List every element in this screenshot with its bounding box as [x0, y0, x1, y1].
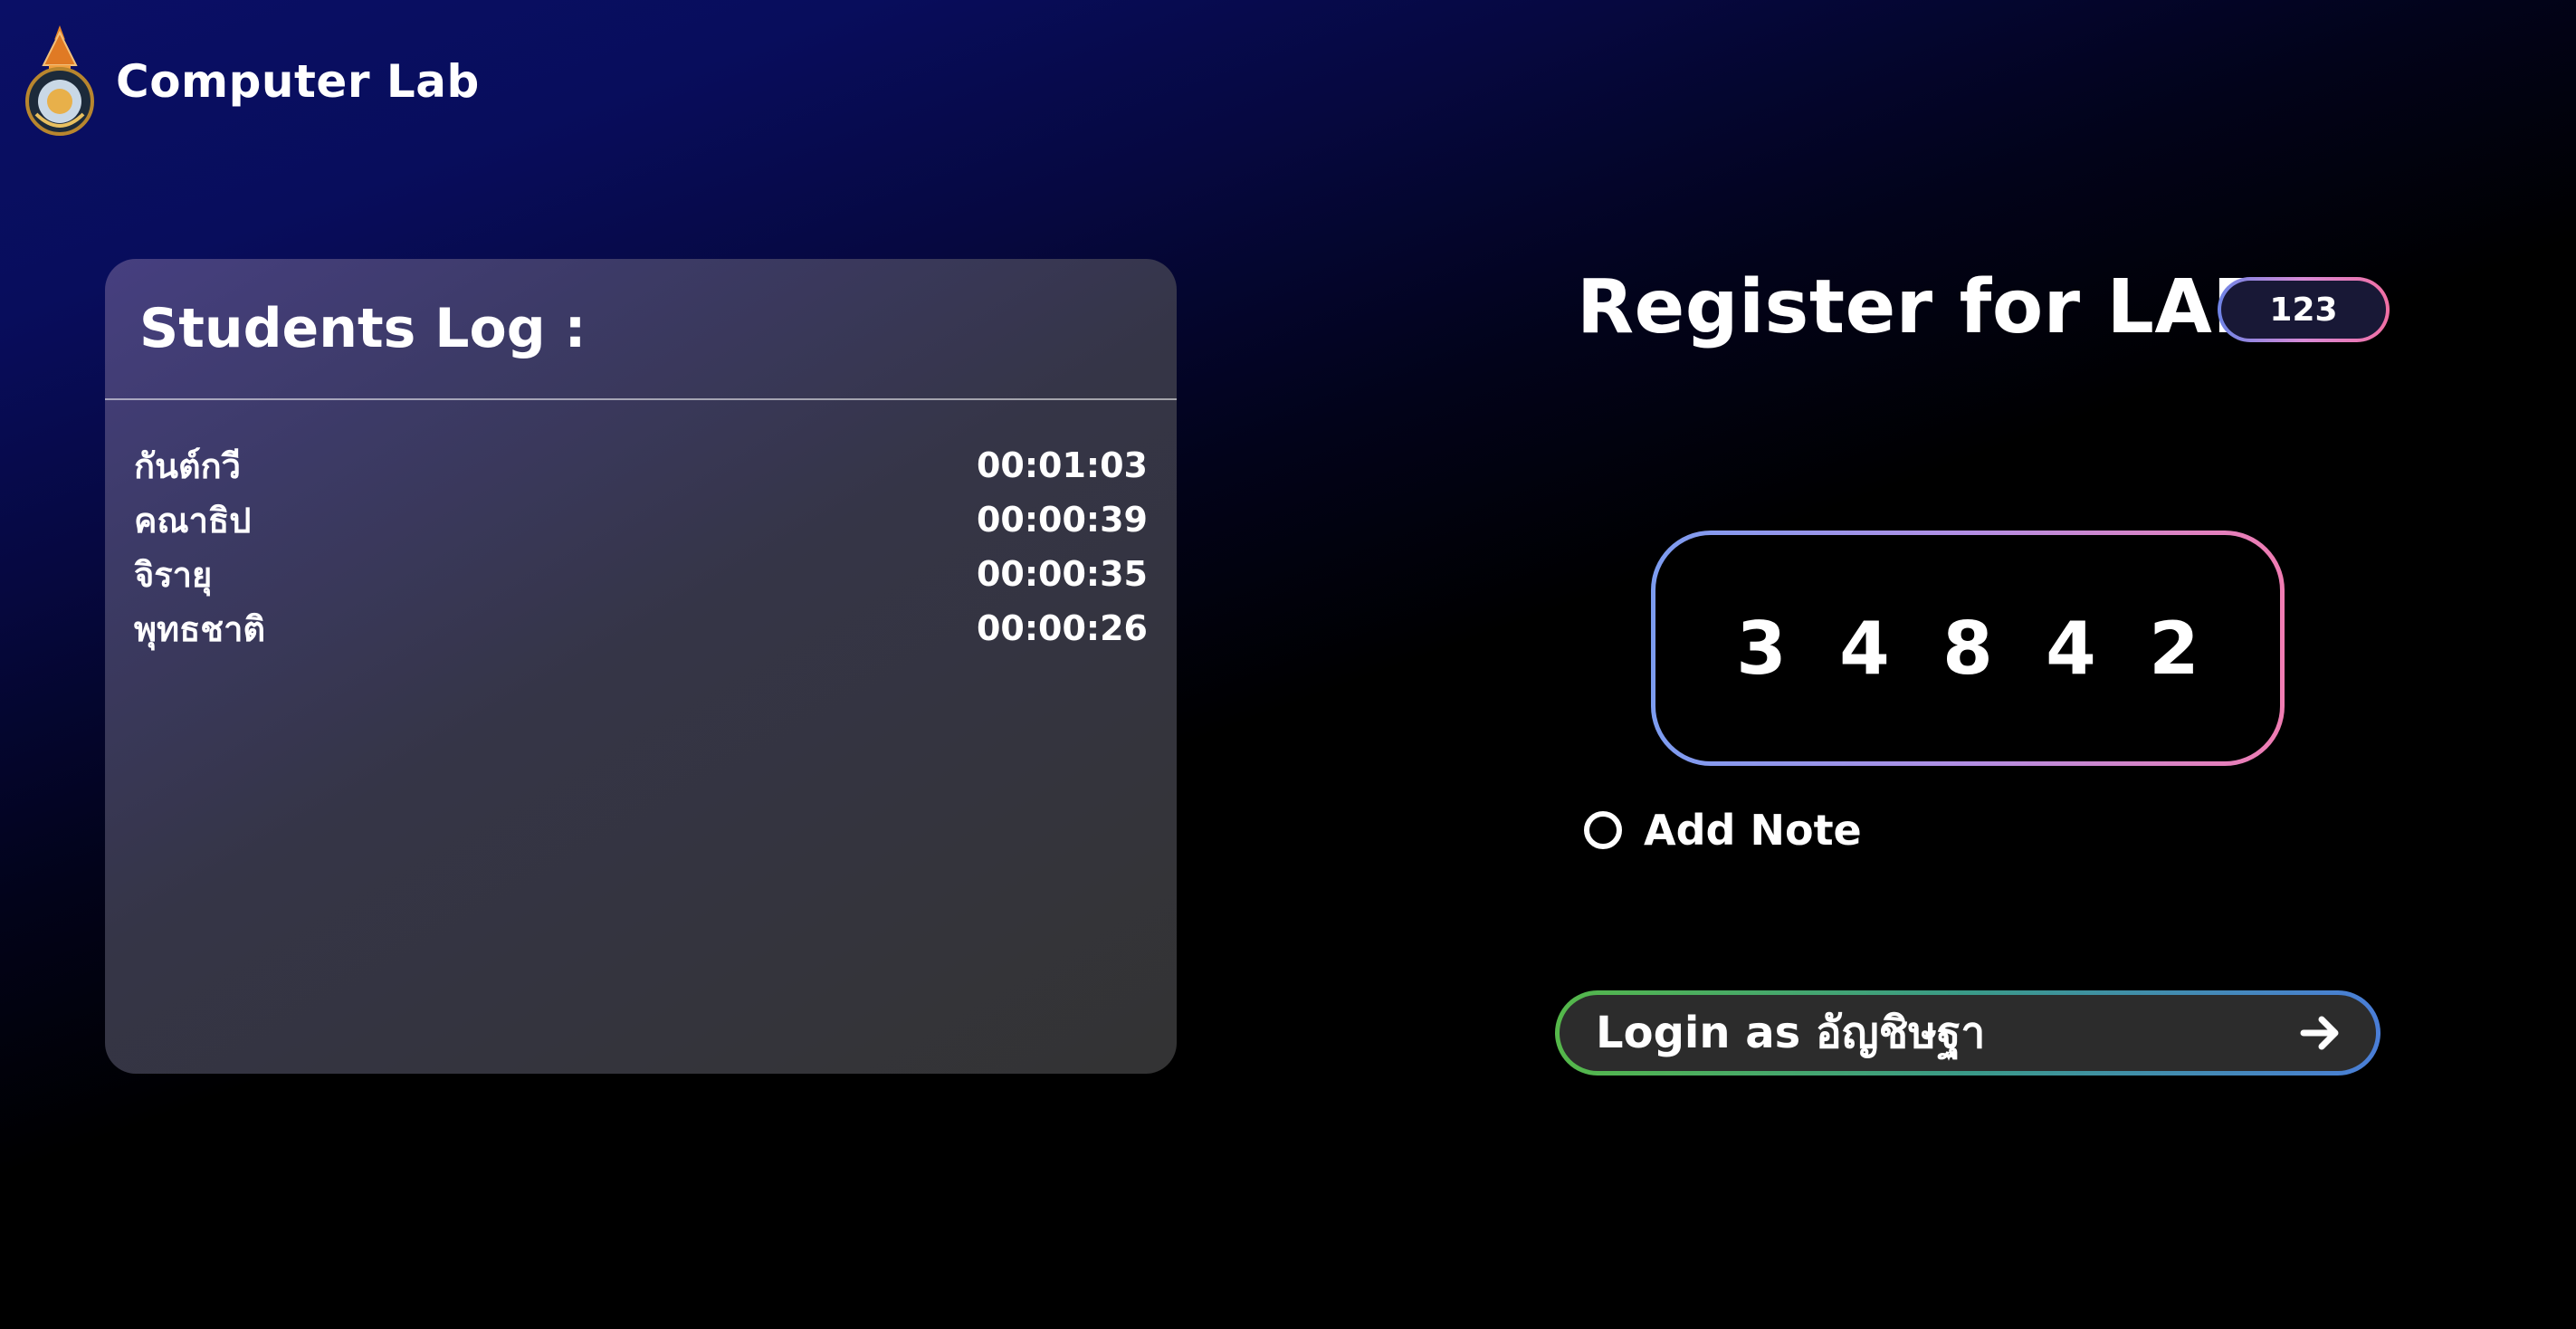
- pin-digit: 8: [1942, 606, 1993, 691]
- student-time: 00:00:39: [976, 500, 1148, 540]
- add-note-radio[interactable]: [1584, 811, 1622, 849]
- student-name: พุทธชาติ: [134, 608, 266, 649]
- log-row: คณาธิป 00:00:39: [134, 492, 1148, 547]
- log-row: พุทธชาติ 00:00:26: [134, 601, 1148, 655]
- brand-header: Computer Lab: [24, 24, 480, 139]
- login-button-label: Login as อัญชิษฐา: [1596, 1008, 1986, 1058]
- pin-code-inner: 3 4 8 4 2: [1655, 535, 2280, 761]
- student-name: คณาธิป: [134, 500, 252, 540]
- student-time: 00:01:03: [976, 445, 1148, 485]
- students-log-title: Students Log :: [139, 297, 587, 360]
- log-row: กันต์กวี 00:01:03: [134, 438, 1148, 492]
- login-button-inner: Login as อัญชิษฐา: [1560, 995, 2376, 1071]
- pin-digit: 4: [1839, 606, 1890, 691]
- pin-digit: 2: [2149, 606, 2199, 691]
- pin-digit: 4: [2046, 606, 2096, 691]
- student-name: กันต์กวี: [134, 445, 242, 486]
- arrow-right-icon: [2300, 1016, 2339, 1050]
- add-note-toggle[interactable]: Add Note: [1584, 806, 1862, 855]
- students-log-panel: Students Log : กันต์กวี 00:01:03 คณาธิป …: [105, 259, 1177, 1074]
- students-log-list: กันต์กวี 00:01:03 คณาธิป 00:00:39 จิรายุ…: [105, 400, 1177, 655]
- log-row: จิรายุ 00:00:35: [134, 547, 1148, 601]
- student-time: 00:00:35: [976, 554, 1148, 594]
- pin-code-display[interactable]: 3 4 8 4 2: [1651, 531, 2285, 766]
- students-log-header: Students Log :: [105, 259, 1177, 400]
- app-title: Computer Lab: [116, 55, 480, 108]
- school-emblem-icon: [25, 25, 94, 136]
- pin-digit: 3: [1736, 606, 1787, 691]
- add-note-label: Add Note: [1644, 806, 1862, 855]
- login-button[interactable]: Login as อัญชิษฐา: [1555, 990, 2380, 1076]
- student-name: จิรายุ: [134, 554, 213, 595]
- lab-number-badge-label: 123: [2221, 281, 2386, 339]
- lab-number-badge: 123: [2218, 277, 2390, 342]
- student-time: 00:00:26: [976, 608, 1148, 648]
- register-title: Register for LAB: [1577, 264, 2270, 350]
